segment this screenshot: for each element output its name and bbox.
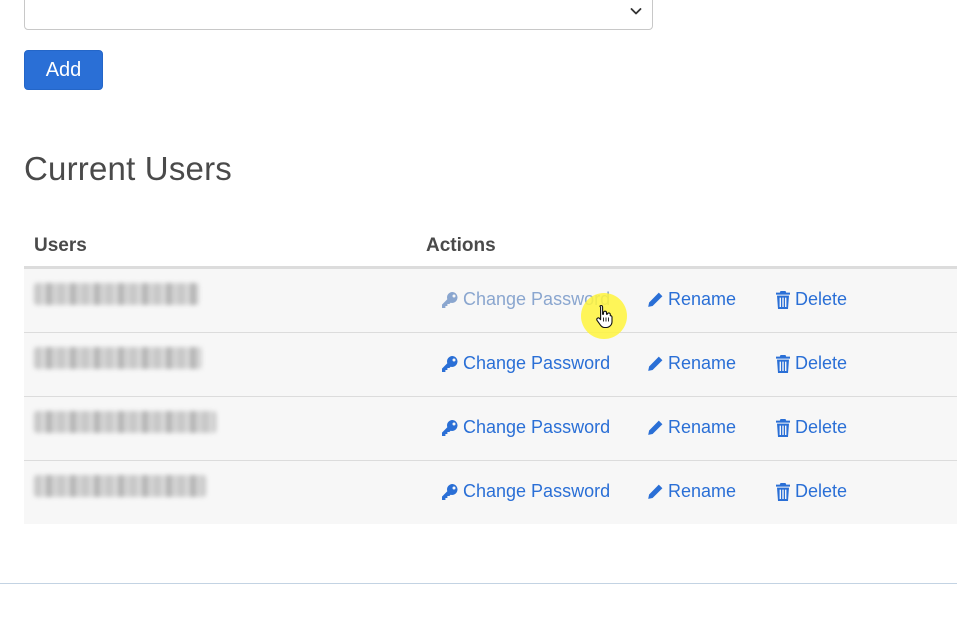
username-redacted bbox=[34, 347, 202, 369]
change-password-link[interactable]: Change Password bbox=[441, 481, 610, 502]
key-icon bbox=[442, 419, 458, 436]
footer-divider bbox=[0, 583, 957, 584]
change-password-link[interactable]: Change Password bbox=[441, 289, 610, 310]
table-row: Change Password Rename Delete bbox=[24, 461, 957, 524]
current-users-heading: Current Users bbox=[24, 150, 232, 187]
trash-icon bbox=[776, 354, 790, 373]
rename-label: Rename bbox=[668, 353, 737, 373]
rename-link[interactable]: Rename bbox=[646, 417, 736, 438]
key-icon bbox=[442, 355, 458, 372]
page: Add Current Users Users Actions Change P… bbox=[0, 0, 957, 635]
rename-link[interactable]: Rename bbox=[646, 289, 736, 310]
username-redacted bbox=[34, 283, 199, 305]
delete-link[interactable]: Delete bbox=[775, 417, 847, 438]
rename-label: Rename bbox=[668, 417, 737, 437]
delete-label: Delete bbox=[795, 417, 848, 437]
trash-icon bbox=[776, 418, 790, 437]
delete-label: Delete bbox=[795, 289, 848, 309]
delete-link[interactable]: Delete bbox=[775, 289, 847, 310]
pencil-icon bbox=[648, 420, 663, 435]
pencil-icon bbox=[648, 356, 663, 371]
change-password-link[interactable]: Change Password bbox=[441, 353, 610, 374]
delete-label: Delete bbox=[795, 353, 848, 373]
column-header-users: Users bbox=[34, 235, 87, 256]
rename-link[interactable]: Rename bbox=[646, 481, 736, 502]
change-password-link[interactable]: Change Password bbox=[441, 417, 610, 438]
delete-link[interactable]: Delete bbox=[775, 481, 847, 502]
username-redacted bbox=[34, 411, 216, 433]
delete-label: Delete bbox=[795, 481, 848, 501]
trash-icon bbox=[776, 482, 790, 501]
key-icon bbox=[442, 483, 458, 500]
table-row: Change Password Rename Delete bbox=[24, 269, 957, 333]
user-select-dropdown[interactable] bbox=[24, 0, 653, 30]
delete-link[interactable]: Delete bbox=[775, 353, 847, 374]
change-password-label: Change Password bbox=[463, 353, 611, 373]
table-header: Users Actions bbox=[24, 222, 957, 269]
change-password-label: Change Password bbox=[463, 289, 611, 309]
trash-icon bbox=[776, 290, 790, 309]
rename-label: Rename bbox=[668, 481, 737, 501]
rename-link[interactable]: Rename bbox=[646, 353, 736, 374]
change-password-label: Change Password bbox=[463, 417, 611, 437]
pencil-icon bbox=[648, 484, 663, 499]
key-icon bbox=[442, 291, 458, 308]
username-redacted bbox=[34, 475, 206, 497]
column-header-actions: Actions bbox=[426, 235, 496, 256]
rename-label: Rename bbox=[668, 289, 737, 309]
table-row: Change Password Rename Delete bbox=[24, 333, 957, 397]
change-password-label: Change Password bbox=[463, 481, 611, 501]
chevron-down-icon bbox=[630, 8, 642, 15]
users-table: Users Actions Change Password Rename Del… bbox=[24, 222, 957, 524]
pencil-icon bbox=[647, 292, 663, 307]
add-button[interactable]: Add bbox=[24, 50, 103, 90]
table-row: Change Password Rename Delete bbox=[24, 397, 957, 461]
